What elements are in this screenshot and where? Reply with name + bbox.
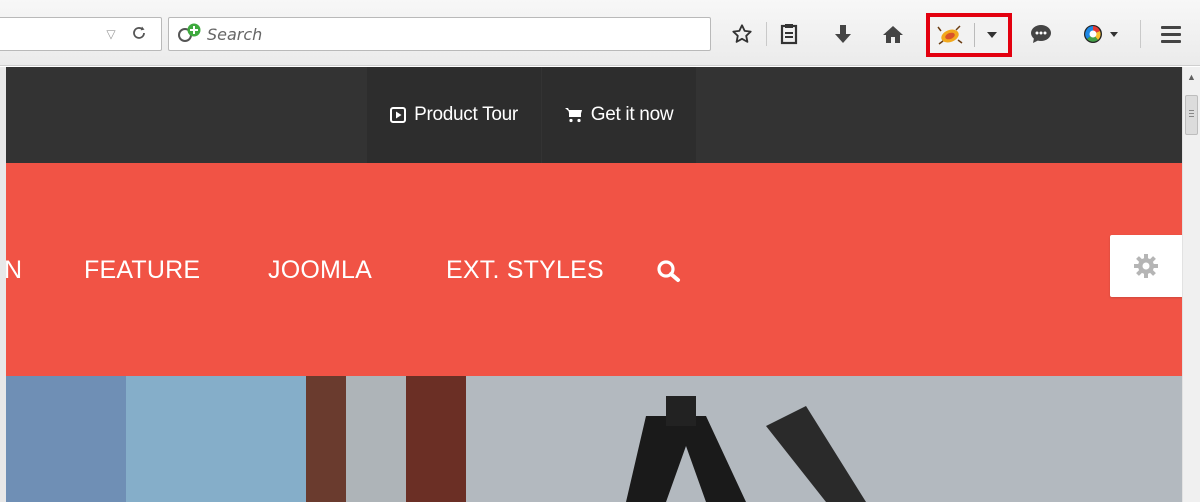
scroll-up-arrow-icon[interactable]: ▲ bbox=[1183, 67, 1200, 87]
triangle-down-icon[interactable]: ▽ bbox=[104, 27, 118, 41]
nav-item-ext-styles[interactable]: EXT. STYLES bbox=[446, 255, 604, 285]
nav-item-partial[interactable]: N bbox=[6, 255, 22, 285]
home-icon[interactable] bbox=[878, 19, 908, 49]
reading-list-icon[interactable] bbox=[774, 19, 804, 49]
nav-item-feature[interactable]: FEATURE bbox=[84, 255, 200, 285]
vertical-scrollbar[interactable]: ▲ bbox=[1182, 67, 1200, 502]
gear-icon bbox=[1134, 254, 1158, 278]
star-icon[interactable] bbox=[727, 19, 757, 49]
color-wheel-icon[interactable] bbox=[1080, 19, 1124, 49]
dropdown-arrow-icon[interactable] bbox=[982, 25, 1002, 45]
hero-image bbox=[6, 376, 1182, 502]
browser-toolbar: ▽ bbox=[0, 0, 1200, 66]
search-input[interactable] bbox=[207, 22, 697, 46]
chat-icon[interactable] bbox=[1026, 19, 1056, 49]
get-it-now-label: Get it now bbox=[590, 104, 674, 125]
page-viewport: Product Tour Get it now N FEATURE JOOMLA… bbox=[6, 67, 1182, 502]
firebug-icon[interactable] bbox=[936, 22, 964, 48]
firebug-extension-highlight bbox=[926, 13, 1012, 57]
reload-icon[interactable] bbox=[128, 24, 150, 44]
search-bar[interactable] bbox=[168, 17, 711, 51]
scroll-thumb[interactable] bbox=[1185, 95, 1198, 135]
get-it-now-link[interactable]: Get it now bbox=[542, 67, 696, 163]
url-bar[interactable]: ▽ bbox=[0, 17, 162, 51]
search-icon[interactable] bbox=[656, 259, 682, 283]
hamburger-menu-icon[interactable] bbox=[1156, 19, 1186, 49]
hero-photo bbox=[6, 376, 1182, 502]
settings-button[interactable] bbox=[1110, 235, 1182, 297]
search-engine-icon[interactable] bbox=[177, 23, 203, 45]
product-tour-link[interactable]: Product Tour bbox=[367, 67, 541, 163]
nav-item-joomla[interactable]: JOOMLA bbox=[268, 255, 372, 285]
product-tour-label: Product Tour bbox=[414, 104, 518, 125]
download-icon[interactable] bbox=[828, 19, 858, 49]
play-square-icon bbox=[390, 107, 407, 123]
cart-icon bbox=[564, 108, 582, 123]
site-topbar: Product Tour Get it now bbox=[6, 67, 1182, 163]
main-navigation: N FEATURE JOOMLA EXT. STYLES bbox=[6, 163, 1182, 376]
